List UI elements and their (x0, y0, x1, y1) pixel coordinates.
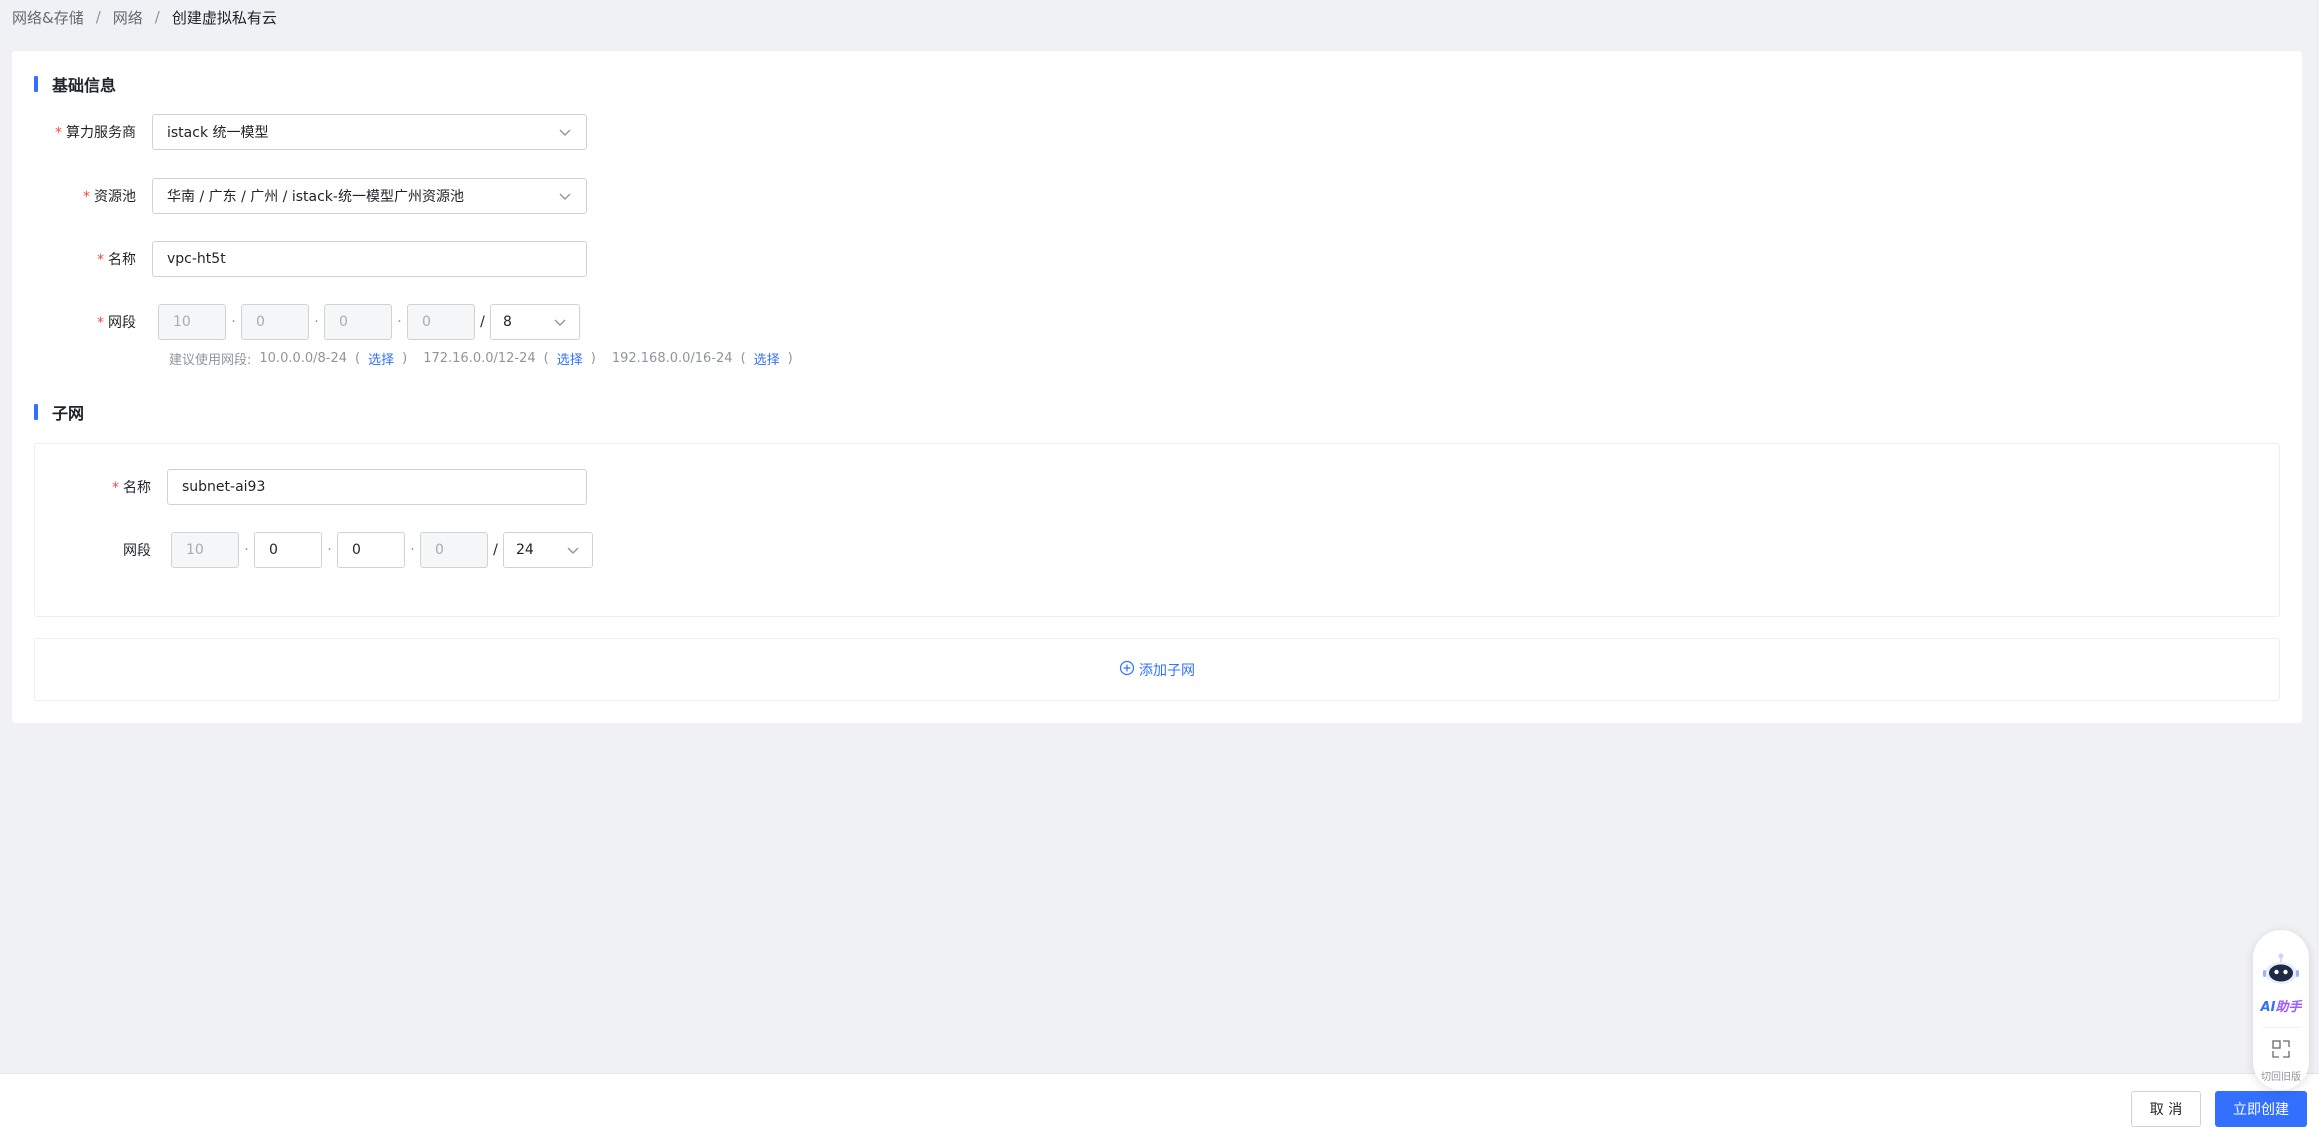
subnet-ip-octet-3[interactable]: 0 (337, 532, 405, 568)
required-mark: * (83, 189, 90, 205)
paren-close: ) (787, 350, 793, 366)
select-segment-link[interactable]: 选择 (557, 349, 583, 368)
breadcrumb-current: 创建虚拟私有云 (171, 8, 277, 27)
ip-dot: · (314, 314, 319, 330)
vpc-ip-octet-1: 10 (158, 304, 226, 340)
vpc-mask-select[interactable]: 8 (490, 304, 580, 340)
form-card: 基础信息 * 算力服务商 istack 统一模型 * 资源池 华南 / 广东 / 广… (12, 51, 2302, 723)
paren-open: ( (355, 350, 361, 366)
paren-open: ( (740, 350, 746, 366)
add-subnet-label: 添加子网 (1139, 662, 1195, 679)
create-button[interactable]: 立即创建 (2215, 1091, 2307, 1127)
ai-assistant-label[interactable]: AI助手 (2261, 996, 2302, 1015)
paren-open: ( (543, 350, 549, 366)
subnet-name-value: subnet-ai93 (182, 479, 266, 495)
vpc-name-value: vpc-ht5t (167, 251, 226, 267)
cidr-hint-segment: 172.16.0.0/12-24 (423, 350, 536, 366)
cidr-label: * 网段 (97, 315, 136, 331)
subnet-name-label: * 名称 (112, 480, 151, 496)
chevron-down-icon (553, 315, 567, 329)
vpc-ip-octet-4: 0 (407, 304, 475, 340)
subnet-ip-octet-4: 0 (420, 532, 488, 568)
pool-select-value: 华南 / 广东 / 广州 / istack-统一模型广州资源池 (167, 189, 464, 205)
subnet-ip-octet-1: 10 (171, 532, 239, 568)
section-title-subnet: 子网 (34, 400, 84, 424)
form-row-subnet-name: * 名称 subnet-ai93 (27, 469, 587, 505)
subnet-name-input[interactable]: subnet-ai93 (167, 469, 587, 505)
divider (2263, 1027, 2299, 1028)
vpc-name-input[interactable]: vpc-ht5t (152, 241, 587, 277)
ip-dot: · (397, 314, 402, 330)
required-mark: * (97, 315, 104, 331)
subnet-mask-value: 24 (516, 542, 534, 558)
required-mark: * (112, 480, 119, 496)
breadcrumb-item-storage[interactable]: 网络&存储 (12, 7, 84, 28)
provider-label: * 算力服务商 (55, 125, 136, 141)
name-label: * 名称 (97, 252, 136, 268)
plus-circle-icon (1119, 660, 1139, 680)
ip-dot: · (410, 542, 415, 558)
ip-slash: / (480, 314, 485, 330)
footer-bar: 取 消 立即创建 (0, 1073, 2319, 1135)
vpc-mask-value: 8 (503, 314, 512, 330)
form-row-cidr: * 网段 10 · 0 · 0 · 0 / 8 (12, 304, 580, 340)
section-title-text: 子网 (52, 404, 85, 423)
chevron-down-icon (566, 543, 580, 557)
floating-assistant-panel: AI助手 切回旧版 (2253, 930, 2309, 1090)
section-marker (34, 404, 38, 420)
cancel-button[interactable]: 取 消 (2131, 1091, 2201, 1127)
add-subnet-button[interactable]: 添加子网 (1119, 660, 1195, 680)
switch-version-icon[interactable] (2270, 1038, 2292, 1064)
ip-slash: / (493, 542, 498, 558)
subnet-mask-select[interactable]: 24 (503, 532, 593, 568)
ip-dot: · (244, 542, 249, 558)
switch-version-label[interactable]: 切回旧版 (2261, 1068, 2301, 1083)
ip-dot: · (327, 542, 332, 558)
chevron-down-icon (558, 125, 572, 139)
form-row-name: * 名称 vpc-ht5t (12, 241, 587, 277)
section-title-text: 基础信息 (52, 76, 117, 95)
provider-select-value: istack 统一模型 (167, 125, 269, 141)
paren-close: ) (590, 350, 596, 366)
required-mark: * (97, 252, 104, 268)
cidr-hint-segment: 192.168.0.0/16-24 (611, 350, 733, 366)
paren-close: ) (402, 350, 408, 366)
select-segment-link[interactable]: 选择 (368, 349, 394, 368)
robot-icon[interactable] (2261, 950, 2301, 994)
subnet-panel: * 名称 subnet-ai93 网段 10 · 0 · 0 · 0 / 24 (34, 443, 2280, 617)
provider-select[interactable]: istack 统一模型 (152, 114, 587, 150)
ip-dot: · (231, 314, 236, 330)
breadcrumb-separator: / (95, 8, 101, 26)
subnet-cidr-label: 网段 (123, 543, 151, 559)
subnet-ip-octet-2[interactable]: 0 (254, 532, 322, 568)
required-mark: * (55, 125, 62, 141)
cidr-hint: 建议使用网段: 10.0.0.0/8-24 ( 选择 ) 172.16.0.0/… (169, 348, 801, 368)
section-title-basic: 基础信息 (34, 72, 116, 96)
pool-label: * 资源池 (83, 189, 136, 205)
vpc-ip-octet-3: 0 (324, 304, 392, 340)
vpc-ip-octet-2: 0 (241, 304, 309, 340)
breadcrumb-separator: / (154, 8, 160, 26)
section-marker (34, 76, 38, 92)
form-row-provider: * 算力服务商 istack 统一模型 (12, 114, 587, 150)
cidr-hint-segment: 10.0.0.0/8-24 (259, 350, 348, 366)
pool-select[interactable]: 华南 / 广东 / 广州 / istack-统一模型广州资源池 (152, 178, 587, 214)
select-segment-link[interactable]: 选择 (754, 349, 780, 368)
form-row-pool: * 资源池 华南 / 广东 / 广州 / istack-统一模型广州资源池 (12, 178, 587, 214)
breadcrumb-item-network[interactable]: 网络 (113, 7, 143, 28)
form-row-subnet-cidr: 网段 10 · 0 · 0 · 0 / 24 (27, 532, 593, 568)
add-subnet-panel: 添加子网 (34, 638, 2280, 701)
chevron-down-icon (558, 189, 572, 203)
cidr-hint-prefix: 建议使用网段: (169, 352, 252, 368)
breadcrumb: 网络&存储 / 网络 / 创建虚拟私有云 (12, 6, 277, 28)
